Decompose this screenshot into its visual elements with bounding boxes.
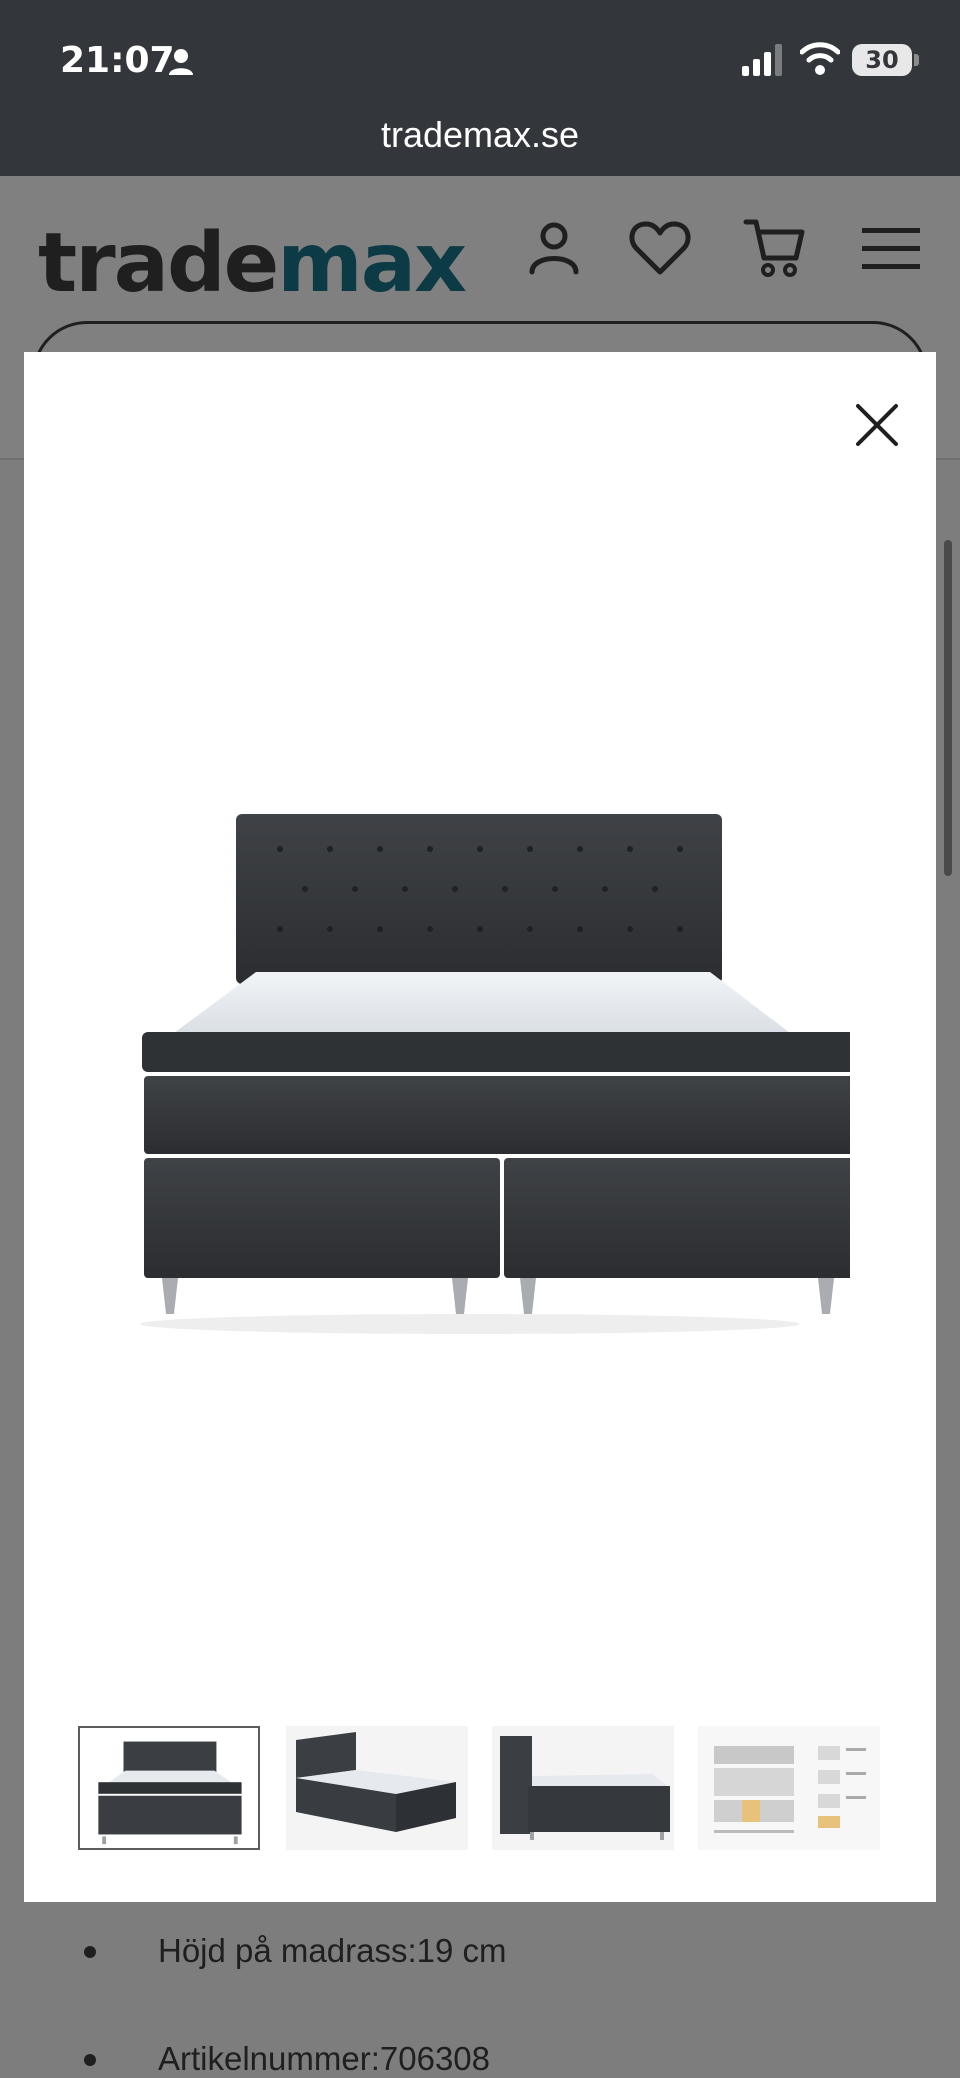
logo-text-max: max — [277, 216, 467, 311]
close-icon[interactable] — [842, 390, 912, 460]
thumb-side-image — [492, 1726, 674, 1850]
thumb-angled-image — [286, 1726, 468, 1850]
account-icon[interactable] — [522, 216, 586, 280]
heart-icon[interactable] — [628, 216, 692, 280]
url-text: trademax.se — [380, 114, 580, 155]
thumbnail-strip — [78, 1726, 898, 1852]
spec-text: Höjd på madrass:19 cm — [158, 1932, 507, 1969]
bullet-dot — [84, 2054, 96, 2066]
scrollbar[interactable] — [944, 540, 952, 876]
bullet-dot — [84, 1946, 96, 1958]
thumb-diagram-image — [698, 1726, 880, 1850]
spec-item: Höjd på madrass:19 cm — [40, 1924, 920, 1984]
spec-text: Artikelnummer:706308 — [158, 2040, 490, 2077]
thumb-angled[interactable] — [286, 1726, 468, 1850]
wifi-icon — [800, 42, 840, 75]
thumb-front[interactable] — [78, 1726, 260, 1850]
thumb-diagram[interactable] — [698, 1726, 880, 1850]
battery-indicator: 30 — [852, 44, 912, 76]
image-gallery-modal — [24, 352, 936, 1902]
url-bar[interactable]: trademax.se — [0, 100, 960, 176]
product-main-image[interactable] — [110, 814, 850, 1334]
spec-item: Artikelnummer:706308 — [40, 2032, 920, 2078]
person-icon — [169, 49, 193, 75]
thumb-front-image — [80, 1728, 258, 1848]
status-time: 21:07 — [60, 40, 175, 81]
cart-icon[interactable] — [742, 216, 806, 280]
logo-text-trade: trade — [38, 216, 279, 311]
thumb-side[interactable] — [492, 1726, 674, 1850]
menu-icon[interactable] — [858, 216, 922, 280]
signal-icon — [742, 44, 782, 76]
trademax-logo[interactable]: trademax — [38, 216, 467, 311]
battery-tip — [914, 54, 919, 66]
